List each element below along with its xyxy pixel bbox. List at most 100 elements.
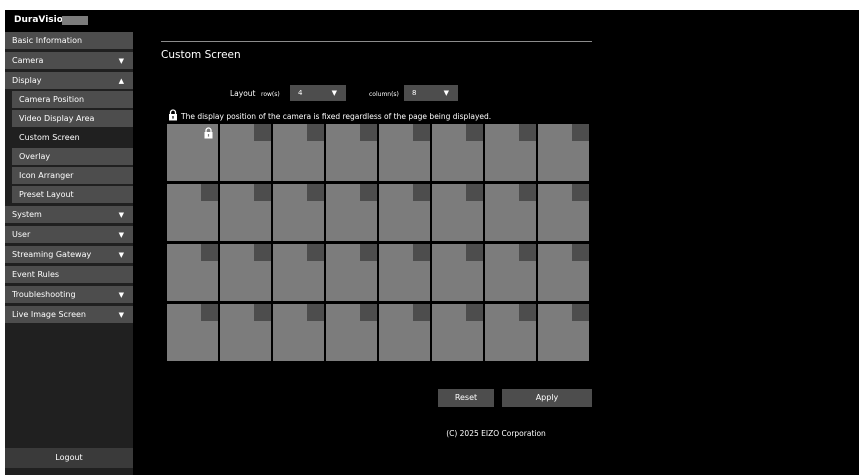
cell-corner-handle[interactable] [254,244,271,261]
grid-cell[interactable] [538,124,589,181]
columns-select-value: 8 [412,89,417,97]
columns-label: column(s) [369,91,399,98]
grid-cell[interactable] [326,304,377,361]
grid-cell[interactable] [220,124,271,181]
cell-corner-handle[interactable] [254,124,271,141]
sidebar-item-label: Streaming Gateway [12,250,92,259]
sidebar-subitem-video-display-area[interactable]: Video Display Area [12,110,133,128]
rows-select-value: 4 [298,89,303,97]
sidebar-item-system[interactable]: System ▼ [5,206,133,224]
sidebar-subitem-camera-position[interactable]: Camera Position [12,91,133,109]
app-window: DuraVision Basic Information Camera ▼ Di… [5,10,859,475]
cell-corner-handle[interactable] [307,124,324,141]
cell-corner-handle[interactable] [413,124,430,141]
chevron-down-icon: ▼ [331,89,337,97]
grid-cell[interactable] [167,304,218,361]
grid-cell[interactable] [432,124,483,181]
fixed-position-notice: The display position of the camera is fi… [181,112,492,121]
grid-cell[interactable] [485,304,536,361]
sidebar-item-display[interactable]: Display ▲ [5,72,133,90]
sidebar-subitem-custom-screen[interactable]: Custom Screen [12,129,133,147]
cell-corner-handle[interactable] [466,304,483,321]
sidebar: Basic Information Camera ▼ Display ▲ Cam… [5,32,133,475]
cell-corner-handle[interactable] [572,244,589,261]
columns-select[interactable]: 8 ▼ [404,85,458,101]
sidebar-item-label: Camera [12,56,44,65]
grid-cell[interactable] [220,244,271,301]
grid-cell[interactable] [273,244,324,301]
sidebar-subitem-overlay[interactable]: Overlay [12,148,133,166]
sidebar-subitem-preset-layout[interactable]: Preset Layout [12,186,133,204]
grid-cell[interactable] [326,244,377,301]
grid-cell[interactable] [273,124,324,181]
grid-cell[interactable] [432,244,483,301]
chevron-up-icon: ▲ [118,77,124,85]
cell-corner-handle[interactable] [466,244,483,261]
sidebar-item-camera[interactable]: Camera ▼ [5,52,133,70]
grid-cell[interactable] [485,244,536,301]
grid-cell[interactable] [432,184,483,241]
cell-corner-handle[interactable] [519,124,536,141]
grid-cell[interactable] [167,184,218,241]
grid-cell[interactable] [326,124,377,181]
cell-corner-handle[interactable] [307,184,324,201]
grid-cell[interactable] [273,184,324,241]
apply-button[interactable]: Apply [502,389,592,407]
cell-corner-handle[interactable] [254,184,271,201]
cell-corner-handle[interactable] [519,244,536,261]
cell-corner-handle[interactable] [360,124,377,141]
grid-cell[interactable] [379,124,430,181]
rows-label: row(s) [261,91,280,98]
title-divider [161,41,592,42]
cell-corner-handle[interactable] [466,124,483,141]
grid-cell[interactable] [167,244,218,301]
cell-corner-handle[interactable] [572,304,589,321]
grid-cell[interactable] [485,124,536,181]
sidebar-item-user[interactable]: User ▼ [5,226,133,244]
rows-select[interactable]: 4 ▼ [290,85,346,101]
cell-corner-handle[interactable] [360,244,377,261]
sidebar-item-streaming-gateway[interactable]: Streaming Gateway ▼ [5,246,133,264]
grid-cell[interactable] [220,184,271,241]
sidebar-item-troubleshooting[interactable]: Troubleshooting ▼ [5,286,133,304]
cell-corner-handle[interactable] [360,304,377,321]
grid-cell[interactable] [485,184,536,241]
sidebar-item-event-rules[interactable]: Event Rules [5,266,133,284]
cell-corner-handle[interactable] [201,304,218,321]
cell-corner-handle[interactable] [254,304,271,321]
grid-cell[interactable] [538,304,589,361]
sidebar-item-basic-information[interactable]: Basic Information [5,32,133,50]
grid-cell[interactable] [326,184,377,241]
cell-corner-handle[interactable] [413,184,430,201]
grid-cell[interactable] [432,304,483,361]
cell-corner-handle[interactable] [519,184,536,201]
sidebar-subitem-icon-arranger[interactable]: Icon Arranger [12,167,133,185]
screen-layout-grid [167,124,589,361]
cell-corner-handle[interactable] [572,124,589,141]
cell-corner-handle[interactable] [519,304,536,321]
grid-cell[interactable] [538,184,589,241]
sidebar-item-live-image-screen[interactable]: Live Image Screen ▼ [5,306,133,324]
cell-corner-handle[interactable] [307,244,324,261]
logout-button[interactable]: Logout [5,448,133,468]
reset-button[interactable]: Reset [438,389,494,407]
grid-cell[interactable] [379,304,430,361]
chevron-down-icon: ▼ [118,211,124,219]
grid-cell[interactable] [220,304,271,361]
grid-cell[interactable] [379,184,430,241]
sidebar-item-label: Live Image Screen [12,310,86,319]
cell-corner-handle[interactable] [572,184,589,201]
sidebar-subitem-label: Custom Screen [19,133,80,142]
grid-cell[interactable] [167,124,218,181]
sidebar-item-label: Display [12,76,42,85]
grid-cell[interactable] [379,244,430,301]
cell-corner-handle[interactable] [307,304,324,321]
cell-corner-handle[interactable] [360,184,377,201]
cell-corner-handle[interactable] [413,304,430,321]
cell-corner-handle[interactable] [201,244,218,261]
cell-corner-handle[interactable] [466,184,483,201]
grid-cell[interactable] [273,304,324,361]
cell-corner-handle[interactable] [201,184,218,201]
grid-cell[interactable] [538,244,589,301]
cell-corner-handle[interactable] [413,244,430,261]
